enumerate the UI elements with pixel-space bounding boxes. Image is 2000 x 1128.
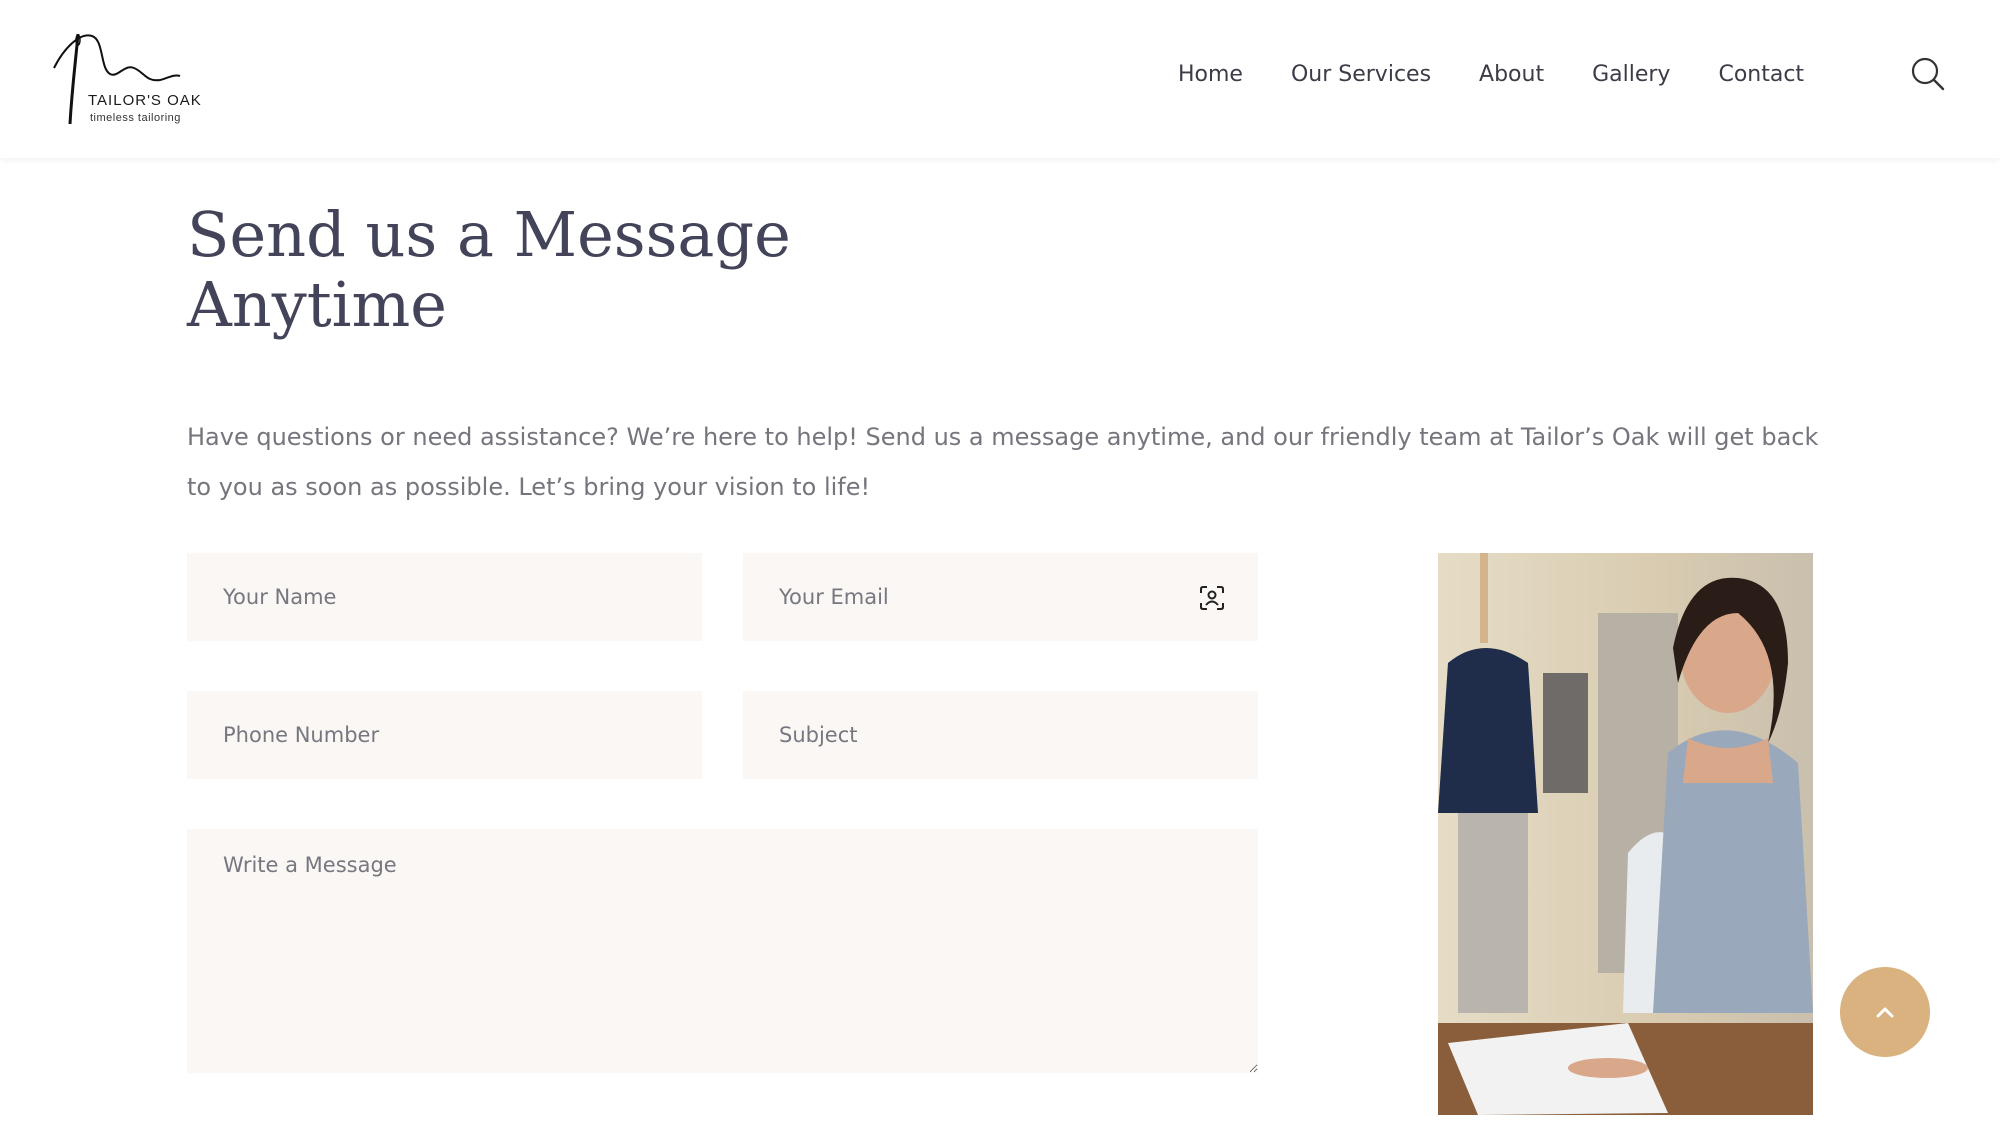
intro-text: Have questions or need assistance? We’re… xyxy=(187,423,1819,501)
message-textarea[interactable] xyxy=(187,829,1258,1073)
logo[interactable]: TAILOR'S OAK timeless tailoring xyxy=(50,28,210,128)
search-icon xyxy=(1911,57,1945,91)
logo-brand-name: TAILOR'S OAK xyxy=(88,92,202,109)
subject-input[interactable] xyxy=(743,691,1258,779)
nav-about[interactable]: About xyxy=(1479,62,1544,87)
email-input[interactable] xyxy=(743,553,1258,641)
nav-contact[interactable]: Contact xyxy=(1718,62,1804,87)
name-input[interactable] xyxy=(187,553,702,641)
page-title: Send us a Message Anytime xyxy=(187,200,947,340)
contact-card-icon[interactable] xyxy=(1198,584,1226,612)
nav-gallery[interactable]: Gallery xyxy=(1592,62,1670,87)
page-title-line-1: Send us a Message xyxy=(187,198,791,271)
page-title-line-2: Anytime xyxy=(187,268,447,341)
scroll-to-top-button[interactable] xyxy=(1840,967,1930,1057)
tailor-photo xyxy=(1438,553,1813,1115)
tailor-woman-image xyxy=(1438,553,1813,1115)
nav-home[interactable]: Home xyxy=(1178,62,1243,87)
logo-tagline: timeless tailoring xyxy=(90,112,181,124)
phone-input[interactable] xyxy=(187,691,702,779)
chevron-up-icon xyxy=(1876,1007,1894,1018)
nav-our-services[interactable]: Our Services xyxy=(1291,62,1431,87)
main-nav: Home Our Services About Gallery Contact xyxy=(1178,62,1804,87)
search-button[interactable] xyxy=(1910,56,1946,92)
site-header: TAILOR'S OAK timeless tailoring Home Our… xyxy=(0,0,2000,158)
